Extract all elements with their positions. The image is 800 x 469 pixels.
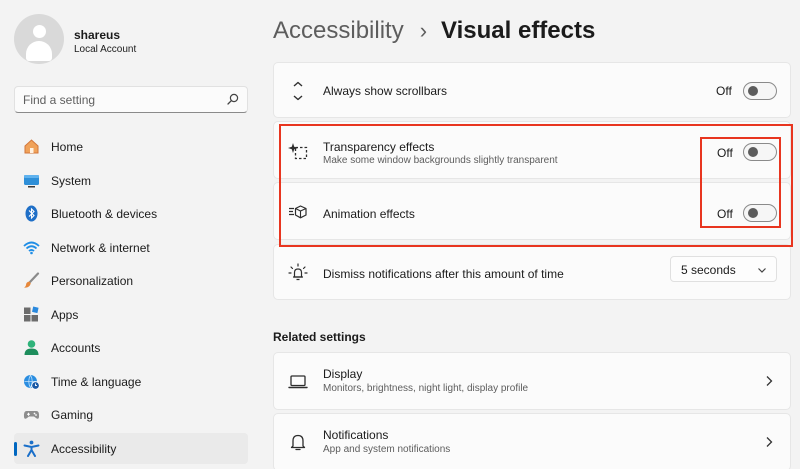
user-name: shareus xyxy=(74,28,121,42)
scroll-arrows-icon xyxy=(293,81,303,101)
sidebar-item-label: Bluetooth & devices xyxy=(51,207,158,221)
setting-title: Transparency effects xyxy=(323,140,435,154)
related-item-title: Notifications xyxy=(323,428,389,442)
sidebar-item-label: System xyxy=(51,173,92,188)
breadcrumb-parent[interactable]: Accessibility xyxy=(273,17,404,45)
bluetooth-icon xyxy=(25,205,38,222)
sidebar: shareus Local Account Home System xyxy=(0,0,262,469)
brush-icon xyxy=(24,272,40,288)
related-item-title: Display xyxy=(323,367,363,381)
related-item-description: App and system notifications xyxy=(323,444,451,455)
chevron-right-icon xyxy=(766,376,773,386)
sidebar-item-accessibility[interactable]: Accessibility xyxy=(14,432,248,464)
search-box[interactable] xyxy=(14,86,248,113)
nav-list: Home System Bluetooth & devices Network … xyxy=(14,131,248,466)
user-account-type: Local Account xyxy=(74,44,137,55)
sidebar-item-network-internet[interactable]: Network & internet xyxy=(14,232,248,263)
breadcrumb-separator: › xyxy=(419,18,428,43)
search-input[interactable] xyxy=(23,92,213,108)
sidebar-item-home[interactable]: Home xyxy=(14,131,248,162)
sidebar-item-bluetooth-devices[interactable]: Bluetooth & devices xyxy=(14,198,248,229)
page-title: Visual effects xyxy=(441,17,596,44)
sidebar-item-accounts[interactable]: Accounts xyxy=(14,332,248,363)
related-settings-heading: Related settings xyxy=(273,330,366,344)
search-icon[interactable] xyxy=(226,92,240,106)
animation-toggle[interactable] xyxy=(743,204,777,222)
setting-title: Animation effects xyxy=(323,207,415,221)
related-item-description: Monitors, brightness, night light, displ… xyxy=(323,383,529,394)
setting-animation-effects: Animation effects Off xyxy=(273,182,791,240)
related-item-display[interactable]: Display Monitors, brightness, night ligh… xyxy=(273,352,791,410)
setting-transparency-effects: Transparency effects Make some window ba… xyxy=(273,121,791,179)
chevron-down-icon xyxy=(758,268,766,273)
sidebar-item-label: Accessibility xyxy=(51,441,117,456)
setting-description: Make some window backgrounds slightly tr… xyxy=(323,155,558,166)
sidebar-item-label: Home xyxy=(51,140,84,154)
sidebar-item-gaming[interactable]: Gaming xyxy=(14,399,248,430)
sidebar-item-label: Network & internet xyxy=(51,240,150,255)
toggle-state-label: Off xyxy=(717,146,733,160)
chevron-right-icon xyxy=(766,437,773,447)
avatar[interactable] xyxy=(14,14,64,64)
notification-timeout-dropdown[interactable]: 5 seconds xyxy=(670,256,777,282)
scrollbars-toggle[interactable] xyxy=(743,82,777,100)
sidebar-item-label: Apps xyxy=(51,307,79,322)
laptop-icon xyxy=(288,375,308,389)
sidebar-item-label: Time & language xyxy=(51,374,142,389)
sidebar-item-label: Accounts xyxy=(51,341,101,355)
home-icon xyxy=(24,139,39,154)
apps-icon xyxy=(24,306,39,321)
sidebar-item-time-language[interactable]: Time & language xyxy=(14,366,248,397)
setting-dismiss-notifications: Dismiss notifications after this amount … xyxy=(273,244,791,300)
account-icon xyxy=(24,340,39,355)
setting-title: Dismiss notifications after this amount … xyxy=(323,267,564,281)
sidebar-item-system[interactable]: System xyxy=(14,165,248,196)
system-icon xyxy=(24,174,39,187)
setting-title: Always show scrollbars xyxy=(323,84,448,98)
notification-sun-icon xyxy=(288,263,308,281)
sidebar-item-apps[interactable]: Apps xyxy=(14,299,248,330)
bell-icon xyxy=(290,434,306,451)
sidebar-item-label: Personalization xyxy=(51,274,134,288)
transparency-toggle[interactable] xyxy=(743,143,777,161)
sidebar-item-personalization[interactable]: Personalization xyxy=(14,265,248,296)
accessibility-icon xyxy=(23,440,40,457)
toggle-state-label: Off xyxy=(716,84,732,98)
breadcrumb: Accessibility › Visual effects xyxy=(273,14,595,48)
sidebar-item-label: Gaming xyxy=(51,408,94,422)
gamepad-icon xyxy=(23,411,40,419)
dropdown-value: 5 seconds xyxy=(681,263,736,277)
toggle-state-label: Off xyxy=(717,207,733,221)
transparency-icon xyxy=(288,143,308,160)
globe-clock-icon xyxy=(24,374,40,390)
wifi-icon xyxy=(23,241,40,254)
related-item-notifications[interactable]: Notifications App and system notificatio… xyxy=(273,413,791,469)
animation-icon xyxy=(289,205,307,219)
setting-always-show-scrollbars: Always show scrollbars Off xyxy=(273,62,791,118)
